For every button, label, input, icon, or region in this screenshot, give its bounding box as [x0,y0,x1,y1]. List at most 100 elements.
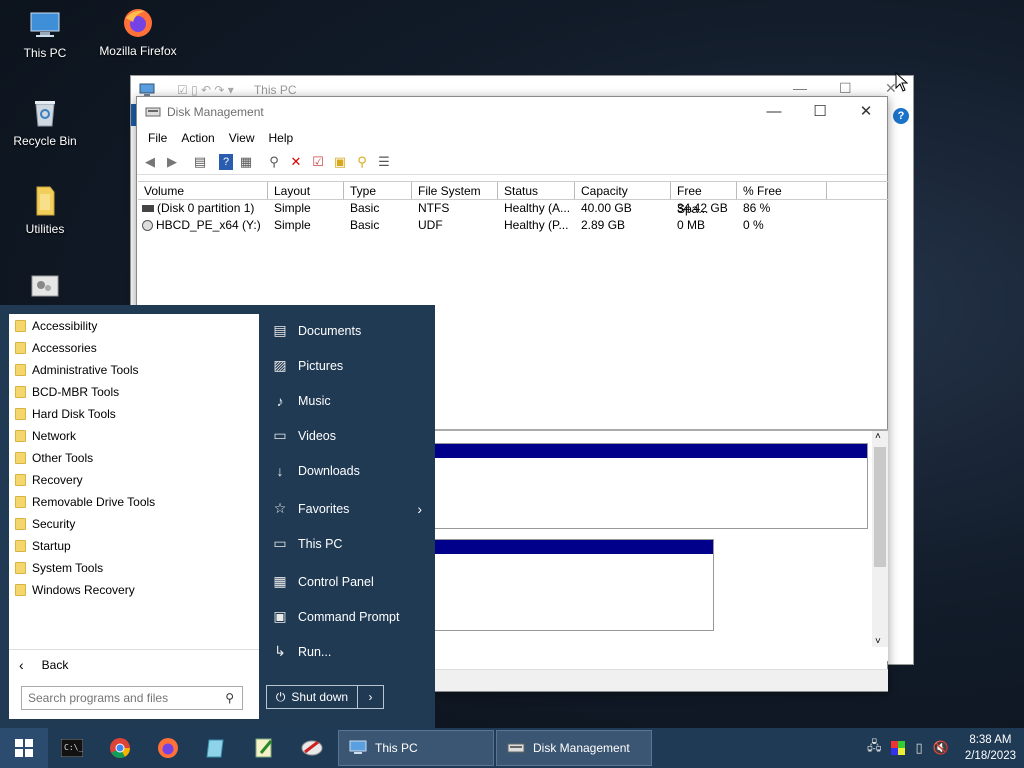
taskbar-command-prompt[interactable]: C:\_ [48,728,96,768]
taskbar-task-this-pc[interactable]: This PC [338,730,494,766]
program-folder-label: Administrative Tools [32,363,139,377]
folder-icon [15,342,26,354]
place-item-pictures[interactable]: ▨ Pictures [262,348,432,383]
back-arrow-icon[interactable]: ◀ [141,153,159,171]
delete-icon[interactable]: ✕ [287,153,305,171]
column-header-file-system[interactable]: File System [412,182,498,199]
scroll-up-icon[interactable]: ˄ [875,431,881,442]
quick-access-toolbar-icons[interactable]: ☑ ▯ ↶ ↷ ▾ [177,83,234,97]
maximize-icon[interactable]: ☐ [839,80,852,97]
place-item-downloads[interactable]: ↓ Downloads [262,453,432,488]
menu-bar: File Action View Help [137,127,887,149]
column-header-status[interactable]: Status [498,182,575,199]
start-button[interactable] [0,728,48,768]
shutdown-button[interactable]: ⏻ Shut down [266,685,358,709]
desktop-icon-utilities[interactable]: Utilities [0,184,90,236]
program-folder-item[interactable]: Removable Drive Tools [9,491,259,513]
color-display-icon[interactable] [891,741,906,755]
place-item-videos[interactable]: ▭ Videos [262,418,432,453]
usb-icon[interactable]: ▯ [915,740,922,756]
column-header-volume[interactable]: Volume [138,182,268,199]
desktop-icon-firefox[interactable]: Mozilla Firefox [93,6,183,58]
taskbar-chrome[interactable] [96,728,144,768]
check-icon[interactable]: ☑ [309,153,327,171]
menu-view[interactable]: View [222,131,262,145]
folder-icon [15,408,26,420]
program-folder-item[interactable]: System Tools [9,557,259,579]
properties-pane-icon[interactable]: ▦ [237,153,255,171]
column-header-type[interactable]: Type [344,182,412,199]
cell-capacity: 40.00 GB [581,201,632,215]
close-button[interactable]: ✕ [843,101,889,123]
column-header-percent-free[interactable]: % Free [737,182,827,199]
help-icon[interactable]: ? [893,108,909,124]
column-header-free-space[interactable]: Free Spa... [671,182,737,216]
volume-muted-icon[interactable]: 🔇 [933,740,949,756]
program-folder-item[interactable]: Hard Disk Tools [9,403,259,425]
menu-help[interactable]: Help [262,131,301,145]
help-book-icon[interactable]: ? [219,153,233,170]
program-folder-item[interactable]: Windows Recovery [9,579,259,601]
taskbar-task-disk-management[interactable]: Disk Management [496,730,652,766]
taskbar-editor[interactable] [240,728,288,768]
program-folder-item[interactable]: Accessibility [9,315,259,337]
cd-rom-partition-box[interactable] [428,539,714,631]
forward-arrow-icon[interactable]: ▶ [163,153,181,171]
table-row[interactable]: (Disk 0 partition 1) Simple Basic NTFS H… [138,200,888,217]
program-folder-item[interactable]: BCD-MBR Tools [9,381,259,403]
program-folder-item[interactable]: Security [9,513,259,535]
star-icon: ☆ [273,500,287,516]
place-item-run[interactable]: ↳ Run... [262,634,432,669]
cell-type: Basic [350,201,380,215]
program-folder-item[interactable]: Startup [9,535,259,557]
menu-action[interactable]: Action [174,131,221,145]
connect-icon[interactable]: ⚲ [265,153,283,171]
program-folder-item[interactable]: Network [9,425,259,447]
show-hide-console-icon[interactable]: ▤ [191,153,209,171]
clock[interactable]: 8:38 AM 2/18/2023 [965,732,1016,764]
back-button[interactable]: ‹ Back [9,649,259,679]
editor-icon [255,738,273,758]
folder-search-icon[interactable]: ⚲ [353,153,371,171]
network-icon[interactable]: 🖧 [867,737,882,759]
table-row[interactable]: HBCD_PE_x64 (Y:) Simple Basic UDF Health… [138,217,888,234]
shutdown-options-button[interactable]: › [358,685,384,709]
maximize-button[interactable]: ☐ [797,101,843,123]
chevron-right-icon: › [368,690,373,704]
disk-0-partition-box[interactable] [428,443,868,529]
place-item-control-panel[interactable]: ▦ Control Panel [262,564,432,599]
desktop-icon-this-pc[interactable]: This PC [0,8,90,60]
search-box[interactable]: ⚲ [21,686,243,710]
desktop-icon-recycle-bin[interactable]: Recycle Bin [0,96,90,148]
program-folder-item[interactable]: Accessories [9,337,259,359]
taskbar-notes-app[interactable] [192,728,240,768]
lower-pane-scrollbar[interactable]: ˄ ˅ [872,431,888,647]
program-folder-item[interactable]: Recovery [9,469,259,491]
search-icon[interactable]: ⚲ [225,691,234,705]
folder-icon [15,584,26,596]
place-item-favorites[interactable]: ☆ Favorites › [262,491,432,526]
place-item-command-prompt[interactable]: ▣ Command Prompt [262,599,432,634]
desktop-icon-label: Utilities [25,222,65,236]
program-folder-item[interactable]: Other Tools [9,447,259,469]
run-icon: ↳ [274,643,286,659]
taskbar-tool[interactable] [288,728,336,768]
folder-up-icon[interactable]: ▣ [331,153,349,171]
menu-file[interactable]: File [141,131,174,145]
taskbar-firefox[interactable] [144,728,192,768]
place-item-music[interactable]: ♪ Music [262,383,432,418]
minimize-icon[interactable]: — [793,80,807,96]
program-folder-item[interactable]: Administrative Tools [9,359,259,381]
column-header-capacity[interactable]: Capacity [575,182,671,199]
list-view-icon[interactable]: ☰ [375,153,393,171]
minimize-button[interactable]: — [751,101,797,123]
search-input[interactable] [28,691,208,705]
place-item-this-pc[interactable]: ▭ This PC [262,526,432,561]
cell-layout: Simple [274,201,311,215]
place-item-documents[interactable]: ▤ Documents [262,313,432,348]
cell-percent-free: 86 % [743,201,771,215]
scrollbar-thumb[interactable] [874,447,886,567]
scroll-down-icon[interactable]: ˅ [875,636,881,647]
program-folder-label: Recovery [32,473,83,487]
column-header-layout[interactable]: Layout [268,182,344,199]
